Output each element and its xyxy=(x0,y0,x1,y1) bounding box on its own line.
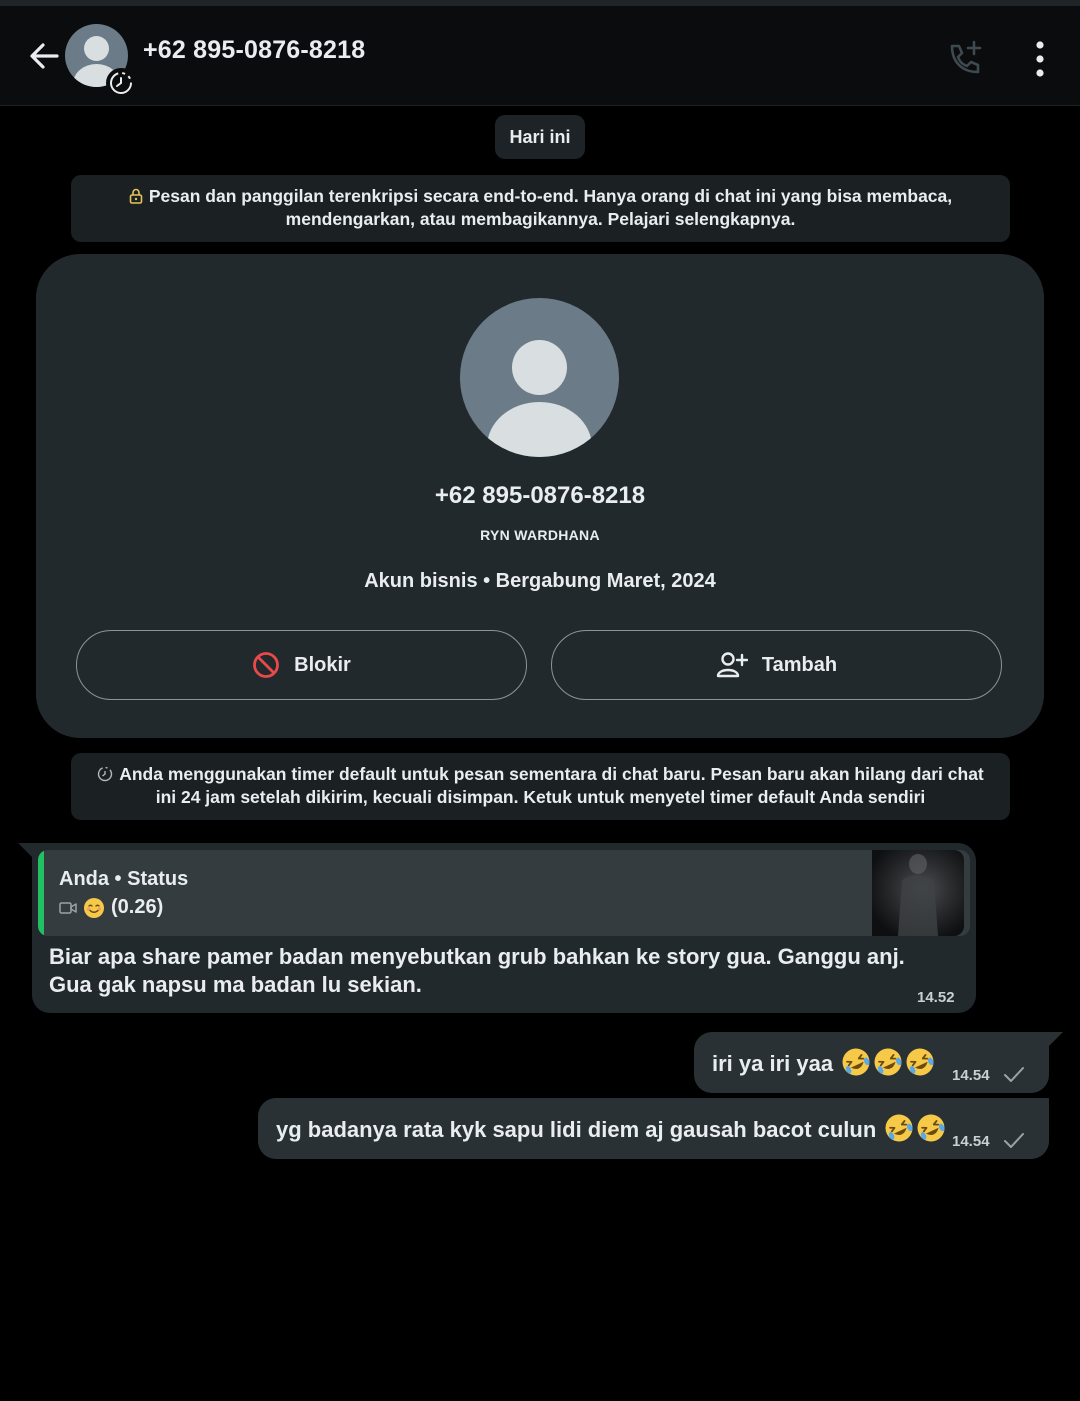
timer-icon xyxy=(98,766,113,782)
rolling-laughing-emoji-icon xyxy=(874,1048,902,1076)
quote-author: Anda • Status xyxy=(59,868,189,890)
outgoing-message[interactable]: yg badanya rata kyk sapu lidi diem aj ga… xyxy=(258,1098,1049,1159)
outgoing-message-content: yg badanya rata kyk sapu lidi diem aj ga… xyxy=(276,1113,946,1143)
chat-title[interactable]: +62 895-0876-8218 xyxy=(143,36,365,65)
profile-avatar[interactable] xyxy=(460,298,619,457)
add-contact-label: Tambah xyxy=(761,653,838,676)
person-add-icon xyxy=(716,652,748,678)
outgoing-message-content: iri ya iri yaa xyxy=(712,1047,935,1077)
date-chip: Hari ini xyxy=(495,115,585,159)
status-thumbnail xyxy=(872,850,964,936)
profile-name: RYN WARDHANA xyxy=(480,527,600,543)
disappearing-messages-notice[interactable]: Anda menggunakan timer default untuk pes… xyxy=(71,753,1010,820)
profile-info: Akun bisnis • Bergabung Maret, 2024 xyxy=(364,570,716,592)
video-camera-icon xyxy=(59,901,77,914)
message-time: 14.54 xyxy=(952,1067,990,1084)
quote-accent-bar xyxy=(38,850,44,936)
block-button-label: Blokir xyxy=(294,653,351,676)
incoming-message[interactable]: Anda • Status (0.26) Biar apa share pame… xyxy=(32,843,976,1013)
sent-check-icon xyxy=(1004,1067,1024,1082)
outgoing-message[interactable]: iri ya iri yaa 14.54 xyxy=(694,1032,1049,1093)
back-arrow-icon[interactable] xyxy=(24,36,64,76)
encryption-notice-text: Pesan dan panggilan terenkripsi secara e… xyxy=(148,186,953,229)
contact-profile-card: +62 895-0876-8218 RYN WARDHANA Akun bisn… xyxy=(36,254,1044,738)
quoted-status-reply[interactable]: Anda • Status (0.26) xyxy=(38,850,970,936)
rolling-laughing-emoji-icon xyxy=(906,1048,934,1076)
rolling-laughing-emoji-icon xyxy=(917,1114,946,1142)
sent-check-icon xyxy=(1004,1133,1024,1148)
rolling-laughing-emoji-icon xyxy=(842,1048,870,1076)
disappearing-timer-icon xyxy=(106,68,136,98)
timer-notice-text: Anda menggunakan timer default untuk pes… xyxy=(119,764,984,807)
lock-icon xyxy=(129,188,143,204)
bubble-tail xyxy=(1047,1032,1063,1048)
message-text: yg badanya rata kyk sapu lidi diem aj ga… xyxy=(276,1117,877,1142)
message-time: 14.54 xyxy=(952,1133,990,1150)
message-text: Biar apa share pamer badan menyebutkan g… xyxy=(49,944,905,997)
add-contact-button[interactable]: Tambah xyxy=(551,630,1002,700)
smiling-face-emoji-icon xyxy=(84,897,104,918)
block-icon xyxy=(253,652,280,678)
profile-phone: +62 895-0876-8218 xyxy=(434,482,646,509)
rolling-laughing-emoji-icon xyxy=(885,1114,914,1142)
message-time: 14.52 xyxy=(917,989,955,1006)
more-vert-icon[interactable] xyxy=(1028,38,1052,80)
message-text: iri ya iri yaa xyxy=(712,1051,834,1076)
encryption-notice[interactable]: Pesan dan panggilan terenkripsi secara e… xyxy=(71,175,1010,242)
add-call-icon[interactable] xyxy=(944,38,986,80)
quote-content: (0.26) xyxy=(59,896,163,919)
block-button[interactable]: Blokir xyxy=(76,630,527,700)
chat-header: +62 895-0876-8218 xyxy=(0,6,1080,106)
quote-duration: (0.26) xyxy=(111,896,164,918)
